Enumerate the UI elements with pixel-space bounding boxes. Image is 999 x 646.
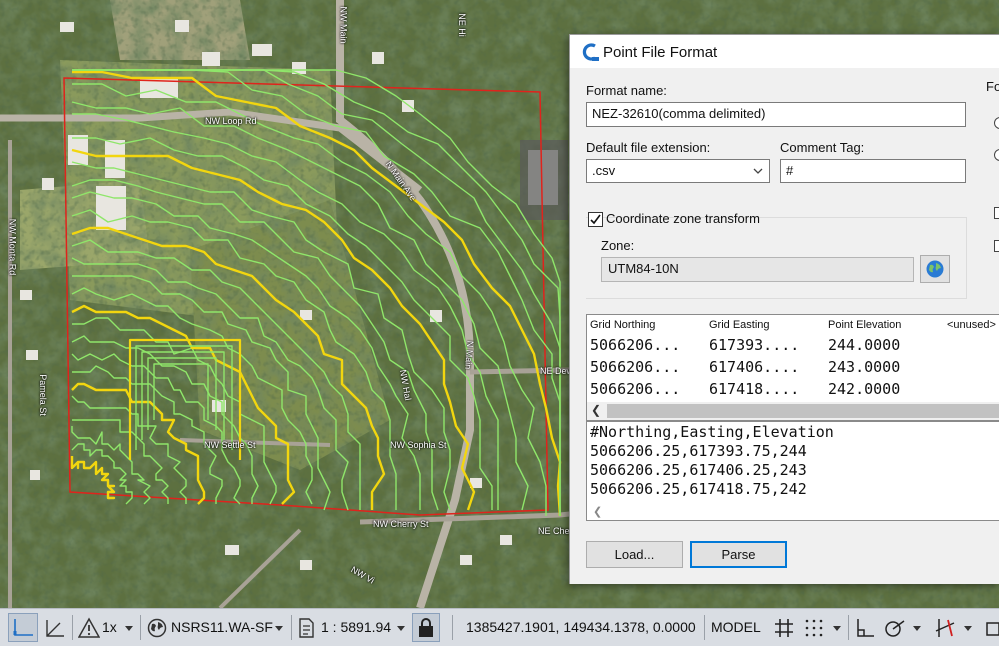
separator xyxy=(452,615,453,640)
table-cell: 5066206... xyxy=(590,358,681,376)
ucs-icon xyxy=(13,619,33,636)
coordinate-zone-checkbox[interactable] xyxy=(588,212,603,227)
street-label: NW Sophia St xyxy=(390,440,447,450)
default-extension-label: Default file extension: xyxy=(586,140,711,155)
default-extension-value: .csv xyxy=(592,163,616,178)
table-cell: 5066206... xyxy=(590,336,681,354)
checkbox-partial[interactable] xyxy=(994,240,999,252)
comment-tag-label: Comment Tag: xyxy=(780,140,865,155)
chevron-down-icon[interactable] xyxy=(912,617,922,639)
status-bar: 1x NSRS11.WA-SF 1 : 5891.94 1385427.1901… xyxy=(0,608,999,646)
table-horizontal-scrollbar[interactable]: ❮ xyxy=(587,402,999,420)
scroll-left-arrow-icon[interactable]: ❮ xyxy=(593,505,602,518)
separator xyxy=(72,615,73,640)
annotation-warning-icon[interactable] xyxy=(78,617,100,639)
chevron-down-icon[interactable] xyxy=(963,617,973,639)
checkbox-partial[interactable] xyxy=(994,207,999,219)
parse-button[interactable]: Parse xyxy=(690,541,787,568)
table-cell: 5066206... xyxy=(590,380,681,398)
street-label: Pamela St xyxy=(37,374,48,416)
zone-input[interactable]: UTM84-10N xyxy=(601,257,914,282)
table-cell: 243.0000 xyxy=(828,358,901,376)
civil3d-app-icon xyxy=(582,43,599,61)
right-column-label: Fo xyxy=(986,79,999,94)
format-name-label: Format name: xyxy=(586,83,667,98)
default-extension-select[interactable]: .csv xyxy=(586,159,770,183)
preview-line: 5066206.25,617406.25,243 xyxy=(590,461,807,479)
table-cell: 242.0000 xyxy=(828,380,901,398)
checkmark-icon xyxy=(590,214,601,225)
dialog-titlebar[interactable]: Point File Format xyxy=(570,35,999,68)
object-snap-icon[interactable] xyxy=(985,617,999,639)
ortho-icon[interactable] xyxy=(854,617,876,639)
table-cell: 617393.... xyxy=(709,336,800,354)
chevron-down-icon[interactable] xyxy=(274,617,284,639)
street-label: NE Hi xyxy=(456,13,467,37)
load-button[interactable]: Load... xyxy=(586,541,683,568)
snap-grid-icon[interactable] xyxy=(803,617,825,639)
coordinate-system[interactable]: NSRS11.WA-SF xyxy=(171,609,273,646)
model-space-button[interactable]: MODEL xyxy=(711,609,761,646)
scrollbar-thumb[interactable] xyxy=(607,404,999,418)
grid-icon[interactable] xyxy=(773,617,795,639)
parking-lot xyxy=(520,140,568,220)
angle-icon[interactable] xyxy=(44,617,66,639)
table-cell: 617418.... xyxy=(709,380,800,398)
table-cell: 617406.... xyxy=(709,358,800,376)
zone-label: Zone: xyxy=(601,238,635,253)
preview-line: 5066206.25,617418.75,242 xyxy=(590,480,807,498)
zone-picker-button[interactable] xyxy=(920,255,950,283)
annotation-scale-icon[interactable] xyxy=(296,617,316,639)
chevron-down-icon[interactable] xyxy=(832,617,842,639)
scale-factor[interactable]: 1x xyxy=(102,609,117,646)
column-header[interactable]: Grid Easting xyxy=(709,315,770,335)
column-header[interactable]: Grid Northing xyxy=(590,315,655,335)
lock-icon xyxy=(419,618,433,637)
comment-tag-input[interactable]: # xyxy=(780,159,966,183)
separator xyxy=(704,615,705,640)
globe-icon xyxy=(926,260,944,278)
file-preview-box[interactable]: #Northing,Easting,Elevation 5066206.25,6… xyxy=(586,421,999,521)
separator xyxy=(291,615,292,640)
street-label: NW Monta Rd xyxy=(7,218,18,276)
column-format-table[interactable]: Grid Northing Grid Easting Point Elevati… xyxy=(586,314,999,421)
separator xyxy=(140,615,141,640)
column-header[interactable]: Point Elevation xyxy=(828,315,901,335)
format-name-input[interactable]: NEZ-32610(comma delimited) xyxy=(586,102,966,127)
separator xyxy=(848,615,849,640)
street-label: NW Settle St xyxy=(204,440,256,450)
chevron-down-icon[interactable] xyxy=(124,617,134,639)
radio-partial[interactable] xyxy=(994,117,999,129)
chevron-down-icon[interactable] xyxy=(396,617,406,639)
column-header[interactable]: <unused> xyxy=(947,315,996,335)
coordinate-zone-label: Coordinate zone transform xyxy=(606,211,760,226)
preview-line: #Northing,Easting,Elevation xyxy=(590,423,834,441)
lock-button[interactable] xyxy=(412,613,440,642)
street-label: NW Loop Rd xyxy=(205,116,257,126)
table-cell: 244.0000 xyxy=(828,336,901,354)
street-label: NW Cherry St xyxy=(373,519,429,529)
cursor-coordinates[interactable]: 1385427.1901, 149434.1378, 0.0000 xyxy=(466,609,696,646)
isodraft-icon[interactable] xyxy=(934,617,956,639)
scroll-left-arrow-icon[interactable]: ❮ xyxy=(591,403,601,417)
preview-line: 5066206.25,617393.75,244 xyxy=(590,442,807,460)
globe-icon[interactable] xyxy=(146,617,168,639)
chevron-down-icon xyxy=(753,168,763,174)
radio-partial[interactable] xyxy=(994,149,999,161)
annotation-scale[interactable]: 1 : 5891.94 xyxy=(321,609,391,646)
dialog-title: Point File Format xyxy=(603,44,718,61)
point-file-format-dialog: Point File Format Format name: NEZ-32610… xyxy=(569,34,999,584)
model-space-toggle[interactable] xyxy=(8,613,38,642)
street-label: NW Main xyxy=(338,6,349,44)
polar-tracking-icon[interactable] xyxy=(884,617,906,639)
